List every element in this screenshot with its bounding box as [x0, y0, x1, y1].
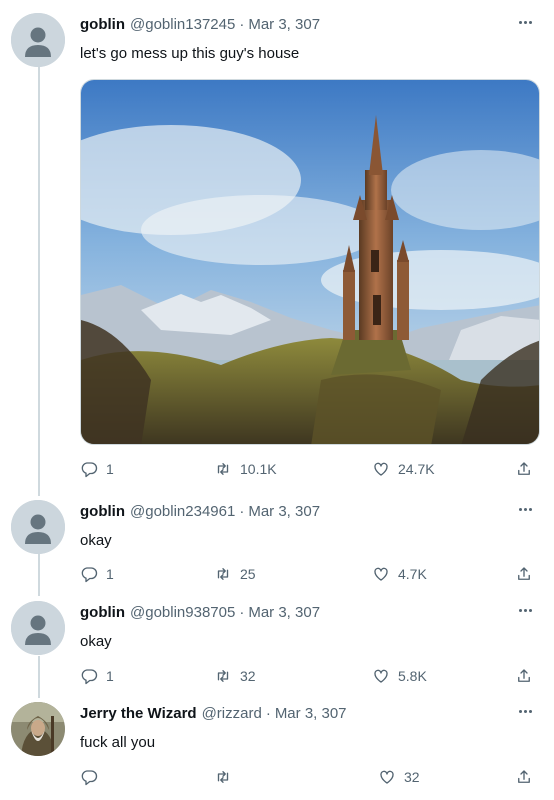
tweet-actions: 1 25 4.7K: [0, 563, 554, 585]
retweet-icon: [217, 771, 229, 783]
retweet-button[interactable]: [214, 766, 240, 788]
reply-count: 1: [106, 566, 114, 582]
more-icon[interactable]: [514, 704, 536, 718]
user-handle[interactable]: @rizzard: [202, 705, 262, 722]
tweet-text: fuck all you: [80, 734, 156, 751]
like-button[interactable]: 24.7K: [372, 458, 435, 480]
default-avatar-icon: [11, 601, 65, 655]
default-avatar-icon: [11, 500, 65, 554]
wizard-photo: [11, 702, 65, 756]
like-count: 5.8K: [398, 668, 427, 684]
tweet-header: Jerry the Wizard @rizzard · Mar 3, 307: [80, 702, 347, 724]
retweet-button[interactable]: 10.1K: [214, 458, 277, 480]
reply-count: 1: [106, 461, 114, 477]
retweet-icon: [217, 463, 229, 475]
tweet-text: okay: [80, 633, 112, 650]
like-button[interactable]: 4.7K: [372, 563, 427, 585]
tweet-date[interactable]: Mar 3, 307: [248, 604, 320, 621]
avatar[interactable]: [11, 601, 65, 655]
share-button[interactable]: [515, 458, 533, 480]
tweet-text: let's go mess up this guy's house: [80, 45, 300, 62]
tweet-header: goblin @goblin938705 · Mar 3, 307: [80, 601, 320, 623]
display-name[interactable]: goblin: [80, 503, 125, 520]
tweet-text: okay: [80, 532, 112, 549]
more-icon[interactable]: [514, 15, 536, 29]
avatar[interactable]: [11, 500, 65, 554]
retweet-button[interactable]: 25: [214, 563, 256, 585]
share-button[interactable]: [515, 665, 533, 687]
separator: ·: [239, 502, 245, 520]
share-icon: [518, 462, 530, 475]
retweet-count: 25: [240, 566, 256, 582]
tweet[interactable]: goblin @goblin234961 · Mar 3, 307 okay 1…: [0, 500, 554, 590]
like-icon: [380, 770, 394, 784]
more-icon[interactable]: [514, 502, 536, 516]
retweet-icon: [217, 670, 229, 682]
tweet-actions: 1 10.1K 24.7K: [0, 458, 554, 480]
retweet-icon: [217, 568, 229, 580]
reply-button[interactable]: 1: [80, 563, 114, 585]
separator: ·: [265, 704, 271, 722]
user-handle[interactable]: @goblin938705: [130, 604, 235, 621]
like-button[interactable]: 5.8K: [372, 665, 427, 687]
tweet[interactable]: Jerry the Wizard @rizzard · Mar 3, 307 f…: [0, 702, 554, 798]
tweet-date[interactable]: Mar 3, 307: [248, 16, 320, 33]
tweet-date[interactable]: Mar 3, 307: [248, 503, 320, 520]
like-count: 4.7K: [398, 566, 427, 582]
tweet-actions: 1 32 5.8K: [0, 665, 554, 687]
separator: ·: [239, 15, 245, 33]
tweet-header: goblin @goblin234961 · Mar 3, 307: [80, 500, 320, 522]
tweet-date[interactable]: Mar 3, 307: [275, 705, 347, 722]
tweet-actions: 32: [0, 766, 554, 788]
reply-button[interactable]: 1: [80, 665, 114, 687]
like-icon: [374, 567, 388, 581]
display-name[interactable]: goblin: [80, 604, 125, 621]
reply-button[interactable]: [80, 766, 106, 788]
retweet-button[interactable]: 32: [214, 665, 256, 687]
share-button[interactable]: [515, 563, 533, 585]
user-handle[interactable]: @goblin137245: [130, 16, 235, 33]
avatar[interactable]: [11, 13, 65, 67]
tweet-image[interactable]: [80, 79, 540, 445]
tweet[interactable]: goblin @goblin938705 · Mar 3, 307 okay 1…: [0, 601, 554, 691]
reply-icon: [81, 567, 98, 583]
display-name[interactable]: Jerry the Wizard: [80, 705, 197, 722]
reply-button[interactable]: 1: [80, 458, 114, 480]
share-icon: [518, 567, 530, 580]
like-icon: [374, 669, 388, 683]
like-icon: [374, 462, 388, 476]
display-name[interactable]: goblin: [80, 16, 125, 33]
like-count: 32: [404, 769, 420, 785]
share-icon: [518, 770, 530, 783]
tweet-header: goblin @goblin137245 · Mar 3, 307: [80, 13, 320, 35]
share-icon: [518, 669, 530, 682]
share-button[interactable]: [515, 766, 533, 788]
reply-icon: [81, 669, 98, 685]
separator: ·: [239, 603, 245, 621]
tweet[interactable]: goblin @goblin137245 · Mar 3, 307 let's …: [0, 13, 554, 483]
more-icon[interactable]: [514, 603, 536, 617]
retweet-count: 10.1K: [240, 461, 277, 477]
reply-icon: [81, 462, 98, 478]
reply-icon: [81, 770, 98, 786]
like-button[interactable]: 32: [378, 766, 420, 788]
avatar[interactable]: [11, 702, 65, 756]
user-handle[interactable]: @goblin234961: [130, 503, 235, 520]
like-count: 24.7K: [398, 461, 435, 477]
reply-count: 1: [106, 668, 114, 684]
retweet-count: 32: [240, 668, 256, 684]
default-avatar-icon: [11, 13, 65, 67]
wizard-tower-painting: [81, 80, 539, 444]
